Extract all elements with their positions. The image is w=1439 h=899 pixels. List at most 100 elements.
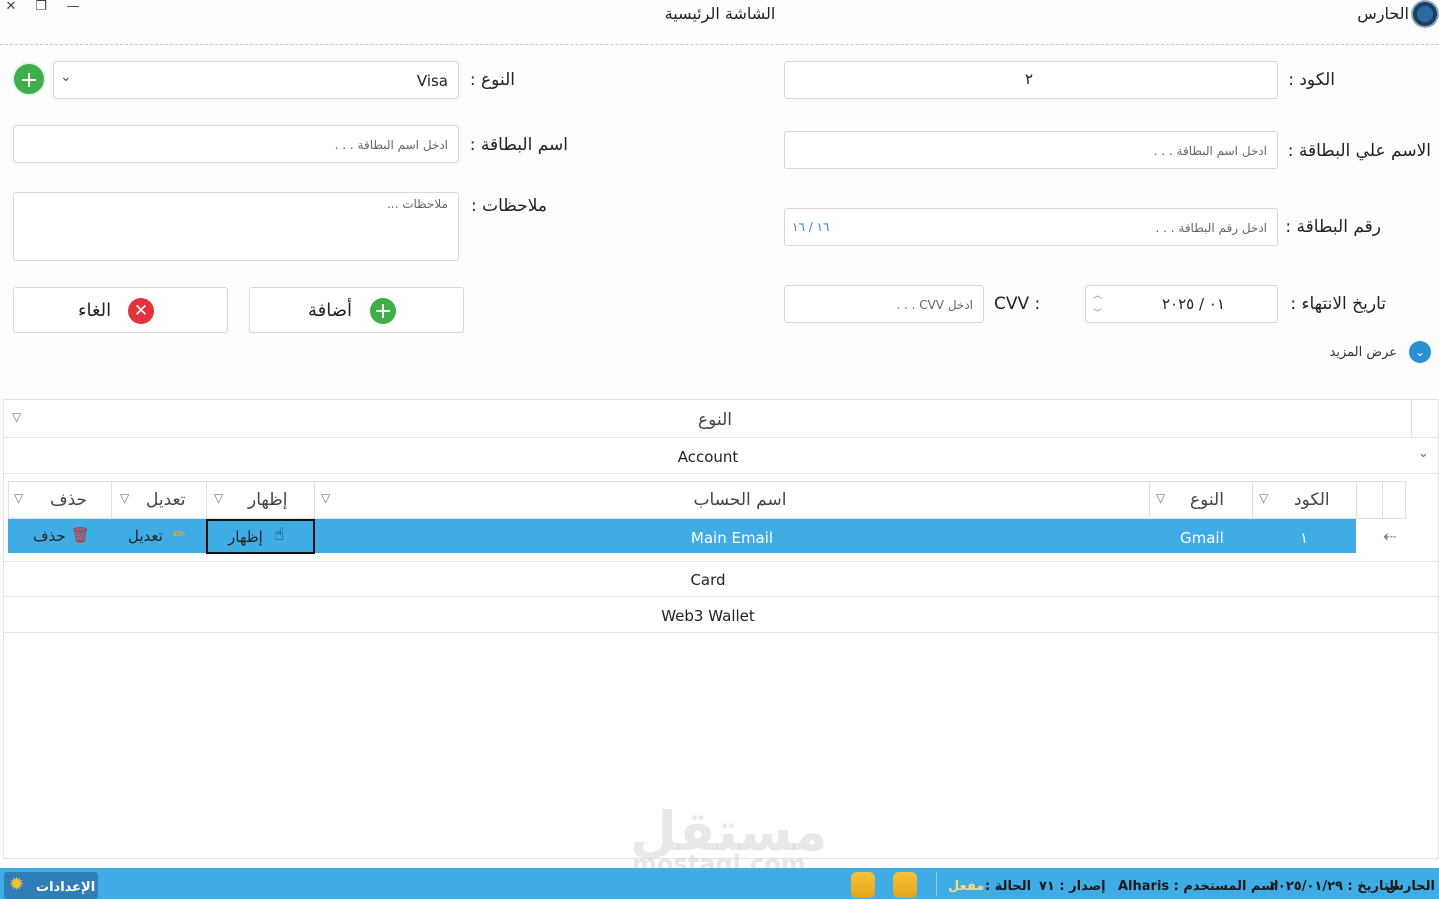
col-show[interactable]: إظهار [248, 490, 287, 510]
name-on-card-placeholder: ادخل اسم البطاقة . . . [1153, 144, 1267, 158]
code-field[interactable]: ٢ [784, 61, 1278, 99]
cvv-input[interactable]: ادخل CVV . . . [784, 285, 984, 323]
spin-up-icon[interactable]: ︿ [1093, 288, 1102, 301]
code-label: الكود : [1288, 70, 1335, 90]
group-panel-label[interactable]: النوع [600, 410, 830, 430]
col-type[interactable]: النوع [1190, 490, 1224, 510]
row-indicator-arrow-icon: ⇠ [1383, 527, 1397, 546]
status-state-value: مفعل [948, 879, 985, 894]
group-row-card[interactable]: Card [600, 571, 816, 589]
cvv-placeholder: ادخل CVV . . . [896, 298, 973, 312]
group-header-separator [1411, 400, 1412, 437]
edit-filter-icon[interactable]: ▽ [120, 491, 129, 505]
divider [1411, 400, 1412, 437]
divider [3, 473, 1439, 474]
account-name-filter-icon[interactable]: ▽ [321, 491, 330, 505]
expiry-spinbox[interactable]: ︿ ﹀ ٠١ / ٢٠٢٥ [1085, 285, 1278, 323]
spin-down-icon[interactable]: ﹀ [1093, 306, 1102, 319]
cell-code: ١ [1300, 529, 1309, 547]
close-circle-icon: ✕ [128, 298, 154, 324]
group-row-account[interactable]: Account [600, 448, 816, 466]
pencil-icon: ✏ [173, 525, 186, 543]
database-backup-icon[interactable] [851, 872, 875, 898]
app-title: الحارس [1357, 4, 1409, 23]
col-edit[interactable]: تعديل [146, 490, 185, 510]
col-account-name[interactable]: اسم الحساب [640, 490, 840, 510]
divider [314, 481, 315, 519]
type-filter-icon[interactable]: ▽ [1156, 491, 1165, 505]
show-more-link[interactable]: عرض المزيد [1330, 345, 1397, 360]
type-value: Visa [416, 72, 448, 90]
window-title: الشاشة الرئيسية [664, 4, 776, 23]
divider [206, 481, 207, 519]
divider [3, 596, 1439, 597]
divider [3, 437, 1439, 438]
code-filter-icon[interactable]: ▽ [1259, 491, 1268, 505]
col-code[interactable]: الكود [1294, 490, 1330, 510]
divider [1382, 481, 1383, 519]
status-date: التاريخ : ٢٠٢٥/٠١/٢٩ [1270, 879, 1399, 894]
cancel-button-label: الغاء [78, 300, 112, 321]
database-add-icon[interactable] [893, 872, 917, 898]
divider [1356, 481, 1357, 519]
show-more-chevron-icon[interactable]: ⌄ [1409, 341, 1431, 363]
accounts-grid [3, 399, 1439, 859]
notes-textarea[interactable]: ملاحظات ... [13, 192, 459, 261]
status-username: اسم المستخدم : Alharis [1118, 879, 1279, 894]
cell-type: Gmail [1180, 529, 1224, 547]
app-logo-icon [1411, 0, 1439, 28]
code-value: ٢ [1025, 70, 1034, 88]
delete-filter-icon[interactable]: ▽ [14, 491, 23, 505]
add-button-label: أضافة [308, 300, 353, 321]
divider [3, 561, 1439, 562]
divider [1252, 481, 1253, 519]
expiry-label: تاريخ الانتهاء : [1290, 294, 1386, 314]
title-divider [0, 44, 1439, 45]
cvv-label: CVV : [994, 294, 1041, 314]
divider [936, 872, 937, 896]
col-delete[interactable]: حذف [50, 490, 87, 510]
restore-icon[interactable]: ❐ [30, 0, 52, 16]
status-version: إصدار : ٧١ [1039, 879, 1106, 894]
settings-label: الإعدادات [36, 880, 96, 895]
card-name-input[interactable]: ادخل اسم البطاقة . . . [13, 125, 459, 163]
type-select[interactable]: Visa ⌄ [53, 61, 459, 99]
settings-button[interactable]: ✹ الإعدادات [4, 872, 98, 899]
name-on-card-input[interactable]: ادخل اسم البطاقة . . . [784, 131, 1278, 169]
edit-button[interactable]: ✏ تعديل [112, 519, 206, 553]
card-name-placeholder: ادخل اسم البطاقة . . . [334, 138, 448, 152]
type-label: النوع : [469, 70, 515, 90]
card-name-label: اسم البطاقة : [469, 135, 568, 155]
card-number-counter: ١٦ / ١٦ [792, 220, 830, 234]
delete-button[interactable]: 🗑 حذف [8, 519, 111, 553]
hand-pointer-icon: ☝ [274, 525, 285, 545]
group-row-web3-wallet[interactable]: Web3 Wallet [600, 607, 816, 625]
show-button[interactable]: ☝ إظهار [206, 519, 315, 554]
divider [3, 632, 1439, 633]
divider [1149, 481, 1150, 519]
delete-button-label: حذف [33, 527, 66, 545]
add-type-button[interactable] [12, 62, 46, 96]
cell-account-name: Main Email [690, 529, 774, 547]
notes-placeholder: ملاحظات ... [386, 197, 448, 211]
card-number-input[interactable]: ادخل رقم البطاقة . . . ١٦ / ١٦ [784, 208, 1278, 246]
show-filter-icon[interactable]: ▽ [214, 491, 223, 505]
card-number-label: رقم البطاقة : [1285, 217, 1381, 237]
trash-icon: 🗑 [71, 526, 91, 544]
minimize-icon[interactable]: — [62, 0, 84, 16]
filter-icon[interactable]: ▽ [12, 410, 21, 424]
group-header-row [3, 437, 1439, 438]
add-button[interactable]: أضافة [249, 287, 464, 333]
status-state-label: الحالة : [985, 879, 1032, 894]
plus-circle-icon [370, 298, 396, 324]
expiry-value: ٠١ / ٢٠٢٥ [1162, 295, 1225, 313]
divider [111, 481, 112, 519]
close-icon[interactable]: ✕ [0, 0, 22, 16]
gear-icon: ✹ [9, 874, 25, 895]
group-expand-chevron-icon[interactable]: ⌄ [1418, 446, 1429, 461]
name-on-card-label: الاسم علي البطاقة : [1287, 141, 1431, 161]
card-number-placeholder: ادخل رقم البطاقة . . . [1155, 221, 1268, 235]
edit-button-label: تعديل [128, 527, 163, 545]
chevron-down-icon: ⌄ [60, 69, 72, 85]
cancel-button[interactable]: ✕ الغاء [13, 287, 228, 333]
